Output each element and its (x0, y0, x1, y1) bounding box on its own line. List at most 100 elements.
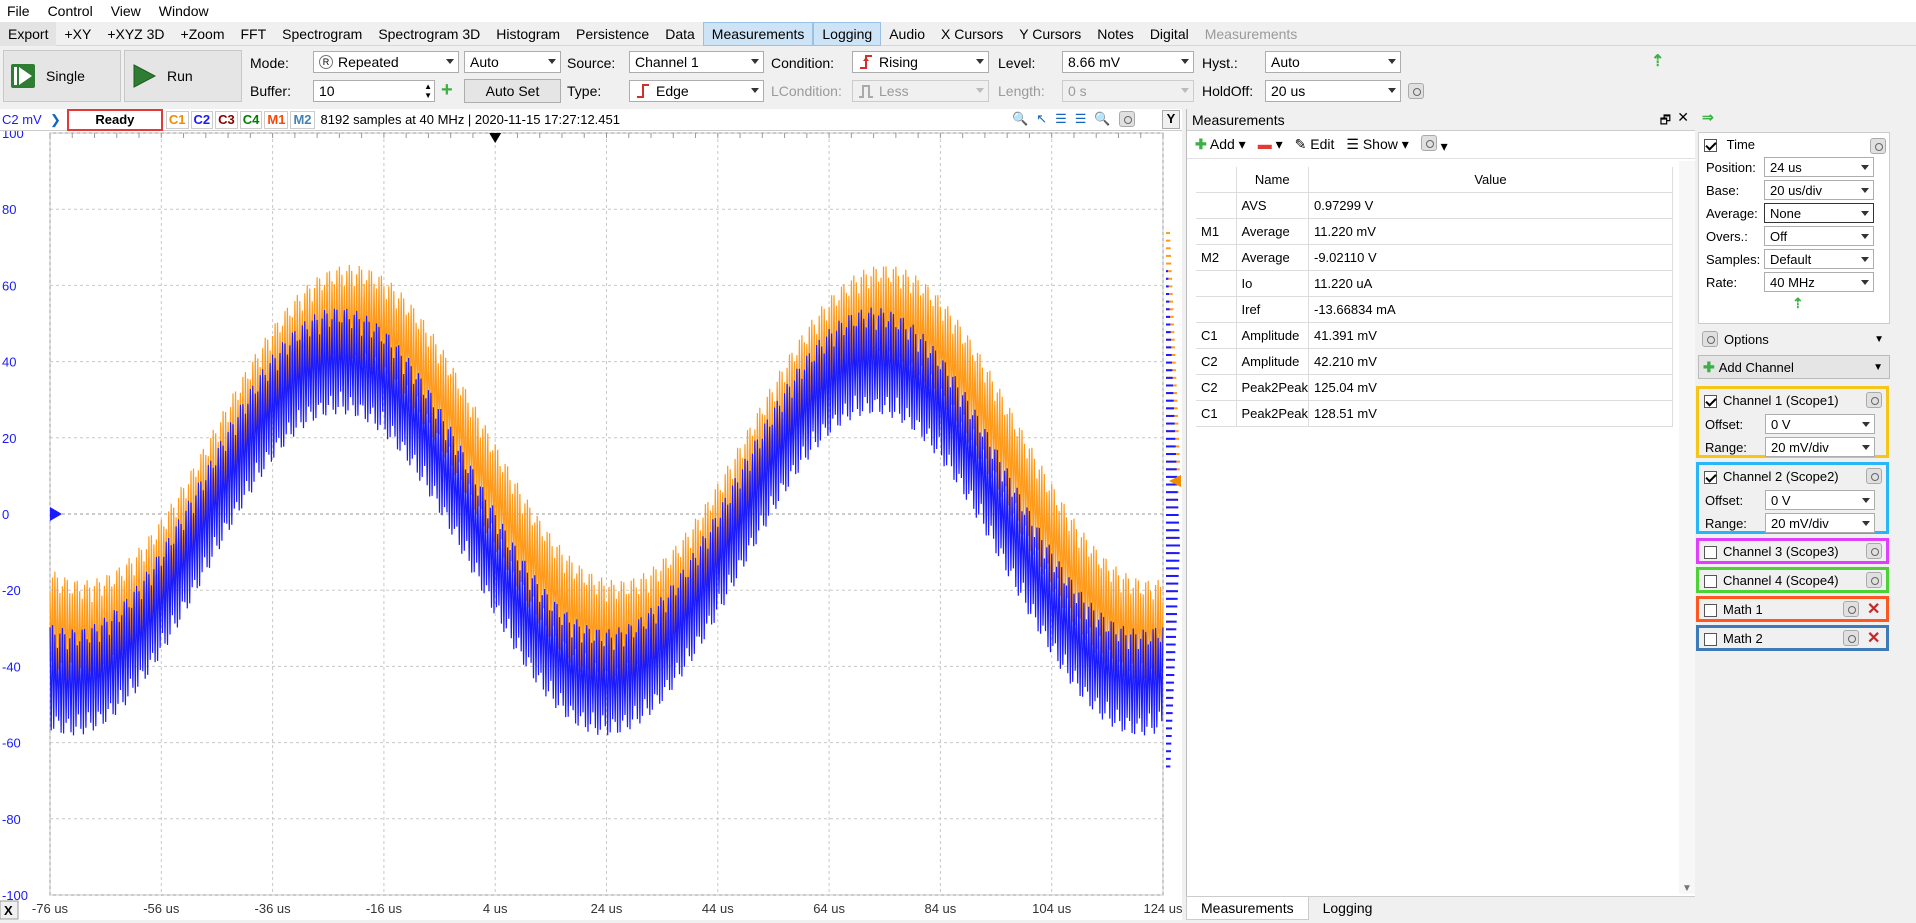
length-select[interactable]: 0 s (1062, 80, 1194, 102)
waveform-chart[interactable]: -76 us -56 us -36 us -16 us 4 us 24 us 44 us 64… (0, 126, 1183, 920)
ch-tag-c3[interactable]: C3 (215, 110, 238, 129)
math-2-checkbox[interactable] (1704, 633, 1717, 647)
remove-measurement-button[interactable]: ▬ ▾ (1258, 136, 1283, 153)
options-row[interactable]: Options ▼ (1698, 327, 1890, 351)
channel-1-offset-select[interactable]: 0 V (1765, 414, 1875, 434)
math-1-delete-icon[interactable]: ✕ (1867, 599, 1880, 619)
level-select[interactable]: 8.66 mV (1062, 51, 1194, 73)
measurement-settings-button[interactable]: ▾ (1420, 134, 1448, 155)
measurements-scrollbar[interactable]: ▼ (1679, 161, 1695, 894)
tab-digital[interactable]: Digital (1142, 22, 1197, 46)
channel-3-gear-icon[interactable] (1866, 543, 1882, 559)
tab-audio[interactable]: Audio (881, 22, 933, 46)
ch-tag-c1[interactable]: C1 (165, 110, 189, 129)
spin-arrows-icon[interactable]: ▲ ▼ (424, 82, 432, 100)
source-select[interactable]: Channel 1 (629, 51, 764, 73)
add-channel-button[interactable]: ✚ Add Channel ▼ (1698, 355, 1890, 379)
trigger-settings-gear-icon[interactable] (1408, 83, 1424, 99)
oscilloscope-plot[interactable]: -76 us -56 us -36 us -16 us 4 us 24 us 44 us 64… (0, 126, 1183, 920)
table-row[interactable]: Io 11.220 uA (1196, 270, 1673, 297)
tab-x-cursors[interactable]: X Cursors (933, 22, 1011, 46)
auto-set-button[interactable]: Auto Set (464, 79, 561, 103)
channel-2-range-select[interactable]: 20 mV/div (1765, 513, 1875, 533)
position-select[interactable]: 24 us (1764, 157, 1874, 177)
ch-tag-m2[interactable]: M2 (290, 110, 315, 129)
zoom-icon[interactable]: 🔍 (1012, 111, 1028, 127)
tab-measurements[interactable]: Measurements (702, 21, 814, 46)
channel-1-checkbox[interactable] (1704, 395, 1717, 409)
table-row[interactable]: C1 Amplitude 41.391 mV (1196, 322, 1673, 349)
menu-file[interactable]: File (0, 3, 39, 19)
channel-1-gear-icon[interactable] (1866, 392, 1882, 408)
channel-1-range-select[interactable]: 20 mV/div (1765, 437, 1875, 457)
time-checkbox[interactable] (1704, 139, 1717, 153)
ch-tag-c4[interactable]: C4 (239, 110, 263, 129)
tab-bottom-logging[interactable]: Logging (1309, 897, 1387, 920)
overs-select[interactable]: Off (1764, 226, 1874, 246)
tab-zoom[interactable]: +Zoom (173, 22, 233, 46)
float-panel-icon[interactable]: 🗗 (1660, 111, 1671, 132)
single-button[interactable]: Single (3, 50, 121, 102)
tab-spectrogram-3d[interactable]: Spectrogram 3D (370, 22, 488, 46)
menu-window[interactable]: Window (150, 3, 218, 19)
channel-4-gear-icon[interactable] (1866, 572, 1882, 588)
x-axis-button-label[interactable]: X (4, 903, 13, 918)
table-row[interactable]: AVS 0.97299 V (1196, 192, 1673, 219)
tab-xy[interactable]: +XY (56, 22, 99, 46)
trigger-auto-select[interactable]: Auto (464, 51, 561, 73)
cursor-icon[interactable]: ↖ (1036, 111, 1047, 127)
condition-select[interactable]: Rising (852, 51, 989, 73)
scroll-down-icon[interactable]: ▼ (1682, 883, 1692, 894)
menu-control[interactable]: Control (39, 3, 102, 19)
ch-tag-m1[interactable]: M1 (264, 110, 289, 129)
table-row[interactable]: Iref -13.66834 mA (1196, 296, 1673, 323)
channel-3-checkbox[interactable] (1704, 546, 1717, 560)
chevron-right-icon[interactable]: ❯ (50, 112, 61, 128)
buffer-spinbox[interactable]: 10 ▲ ▼ (313, 80, 435, 102)
close-icon[interactable]: ✕ (1677, 109, 1689, 126)
table-row[interactable]: M1 Average 11.220 mV (1196, 218, 1673, 245)
ch-tag-c2[interactable]: C2 (190, 110, 214, 129)
tab-y-cursors[interactable]: Y Cursors (1011, 22, 1089, 46)
collapse-arrow-up-icon[interactable]: ⇡ (1651, 51, 1664, 71)
math-2-delete-icon[interactable]: ✕ (1867, 628, 1880, 648)
align-top-icon[interactable]: ☰ (1075, 111, 1087, 127)
add-measurement-button[interactable]: ✚ Add ▾ (1195, 136, 1246, 153)
time-gear-icon[interactable] (1870, 138, 1886, 154)
math-2-gear-icon[interactable] (1843, 630, 1859, 646)
run-button[interactable]: Run (124, 50, 242, 102)
channel-2-checkbox[interactable] (1704, 471, 1717, 485)
plot-gear-icon[interactable] (1118, 111, 1135, 127)
tab-logging[interactable]: Logging (813, 21, 882, 46)
y-axis-button[interactable]: Y (1162, 110, 1180, 129)
tab-export[interactable]: Export (0, 21, 57, 46)
channel-4-checkbox[interactable] (1704, 575, 1717, 589)
average-select[interactable]: None (1764, 203, 1874, 223)
tab-notes[interactable]: Notes (1089, 22, 1142, 46)
lcondition-select[interactable]: Less (852, 80, 989, 102)
collapse-arrow-up-icon[interactable]: ⇡ (1792, 295, 1804, 312)
table-row[interactable]: C2 Peak2Peak 125.04 mV (1196, 374, 1673, 401)
mode-select[interactable]: R Repeated (313, 51, 459, 73)
holdoff-select[interactable]: 20 us (1265, 80, 1401, 102)
add-icon[interactable]: + (441, 80, 453, 100)
math-1-gear-icon[interactable] (1843, 601, 1859, 617)
show-measurement-button[interactable]: ☰ Show ▾ (1346, 136, 1408, 153)
menu-view[interactable]: View (102, 3, 150, 19)
table-row[interactable]: C1 Peak2Peak 128.51 mV (1196, 400, 1673, 427)
type-select[interactable]: Edge (629, 80, 764, 102)
rate-select[interactable]: 40 MHz (1764, 272, 1874, 292)
tab-fft[interactable]: FFT (233, 22, 275, 46)
align-icon[interactable]: ☰ (1055, 111, 1067, 127)
edit-measurement-button[interactable]: ✎ Edit (1295, 136, 1335, 153)
tab-bottom-measurements[interactable]: Measurements (1186, 897, 1309, 920)
table-row[interactable]: M2 Average -9.02110 V (1196, 244, 1673, 271)
samples-select[interactable]: Default (1764, 249, 1874, 269)
math-1-checkbox[interactable] (1704, 604, 1717, 618)
tab-xyz-3d[interactable]: +XYZ 3D (99, 22, 172, 46)
tab-histogram[interactable]: Histogram (488, 22, 568, 46)
tab-spectrogram[interactable]: Spectrogram (274, 22, 370, 46)
channel-2-offset-select[interactable]: 0 V (1765, 490, 1875, 510)
channel-2-gear-icon[interactable] (1866, 468, 1882, 484)
collapse-arrow-right-icon[interactable]: ⇒ (1702, 109, 1714, 126)
